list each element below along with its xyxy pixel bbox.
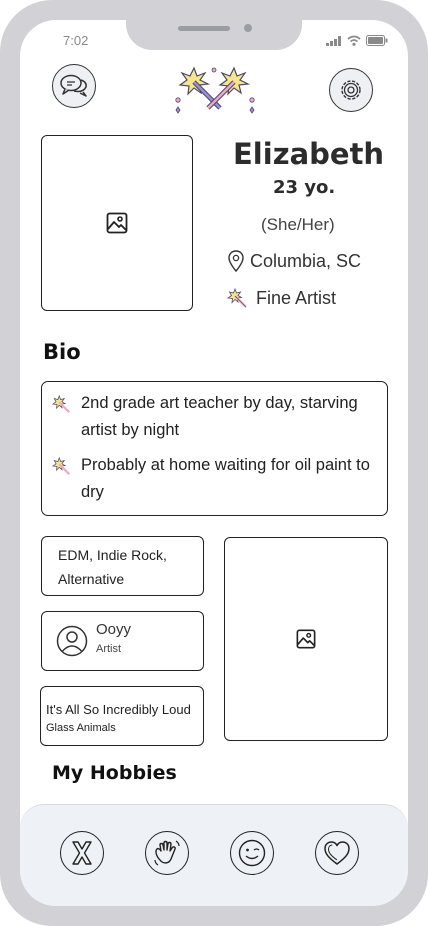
image-icon (106, 212, 128, 234)
profile-photo[interactable] (41, 135, 193, 311)
gallery-photo[interactable] (224, 537, 388, 741)
screen: 7:02 Elizabeth 23 yo. (She/Her) Columbia… (20, 20, 408, 906)
profile-occupation: Fine Artist (256, 288, 337, 308)
artist-name: Ooyy (96, 621, 132, 638)
wave-hand-icon (154, 840, 180, 866)
sparkler-icon (227, 288, 247, 308)
bio-text: Probably at home waiting for oil paint t… (81, 456, 370, 501)
map-pin-icon (228, 250, 244, 272)
messages-button[interactable] (52, 64, 96, 108)
action-bar (20, 804, 408, 906)
profile-name: Elizabeth (233, 137, 385, 171)
image-icon (296, 629, 316, 649)
reject-button[interactable] (60, 831, 104, 875)
profile-location: Columbia, SC (250, 250, 362, 271)
phone-frame: 7:02 Elizabeth 23 yo. (She/Her) Columbia… (0, 0, 428, 926)
wave-button[interactable] (145, 831, 189, 875)
camera (244, 24, 252, 32)
gear-icon (341, 80, 361, 100)
bio-box: 2nd grade art teacher by day, starving a… (41, 381, 388, 516)
location-row: Columbia, SC (228, 250, 361, 272)
song-artist: Glass Animals (46, 722, 116, 734)
bio-item: 2nd grade art teacher by day, starving a… (52, 390, 379, 444)
sparkler-icon (52, 395, 70, 413)
artist-label: Artist (96, 643, 122, 655)
artist-card[interactable]: Ooyy Artist (41, 611, 204, 671)
user-avatar-icon (56, 625, 88, 657)
profile-pronouns: (She/Her) (261, 215, 335, 234)
hobbies-title: My Hobbies (52, 762, 177, 784)
heart-icon (324, 841, 350, 865)
song-card[interactable]: It's All So Incredibly Loud Glass Animal… (40, 686, 204, 746)
status-time: 7:02 (63, 33, 89, 48)
chat-bubbles-icon (60, 74, 87, 97)
wink-button[interactable] (230, 831, 274, 875)
bio-item: Probably at home waiting for oil paint t… (52, 452, 379, 506)
profile-age: 23 yo. (273, 177, 336, 198)
speaker (178, 26, 230, 31)
battery-icon (366, 35, 388, 46)
bio-text: 2nd grade art teacher by day, starving a… (81, 394, 358, 439)
bio-title: Bio (43, 340, 81, 364)
notch (126, 20, 302, 50)
signal-icon (326, 35, 341, 46)
wink-face-icon (238, 839, 266, 867)
sparkler-icon (52, 457, 70, 475)
occupation-row: Fine Artist (227, 288, 336, 309)
x-icon (72, 841, 92, 865)
song-title: It's All So Incredibly Loud (46, 702, 191, 717)
like-button[interactable] (315, 831, 359, 875)
wifi-icon (347, 35, 361, 46)
sparklers-icon (175, 66, 255, 114)
status-icons (326, 35, 388, 46)
music-genres-card: EDM, Indie Rock, Alternative (41, 536, 204, 596)
settings-button[interactable] (329, 68, 373, 112)
